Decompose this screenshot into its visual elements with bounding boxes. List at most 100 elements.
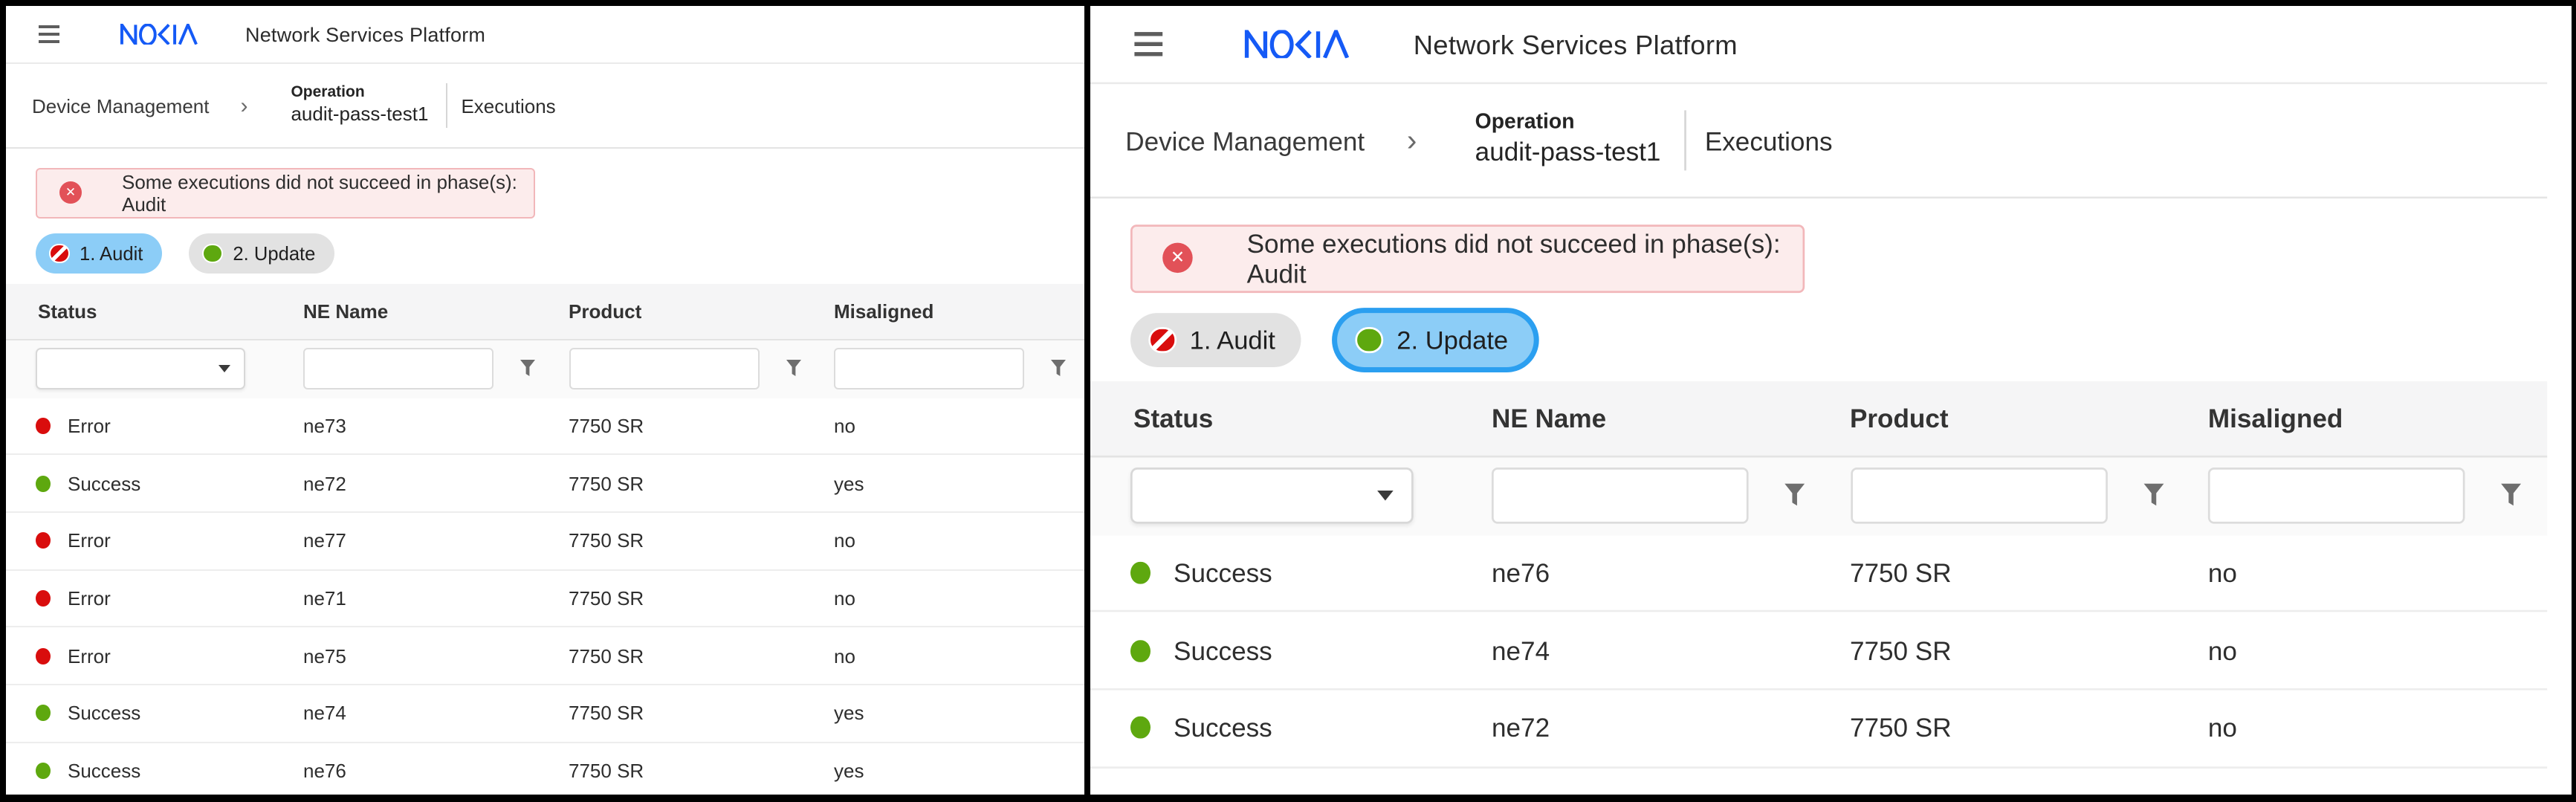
operation-value: audit-pass-test1 — [291, 103, 428, 129]
error-banner-text: Some executions did not succeed in phase… — [122, 171, 534, 216]
table-row[interactable]: Error ne77 7750 SR no — [6, 513, 1084, 570]
product-filter-input[interactable] — [569, 348, 759, 389]
misaligned-cell: no — [834, 644, 1084, 667]
table-filter-row — [6, 338, 1084, 398]
product-cell: 7750 SR — [569, 644, 834, 667]
misaligned-cell: no — [2208, 713, 2547, 743]
update-phase-view: Network Services Platform Device Managem… — [1090, 6, 2572, 795]
status-cell: Success — [1133, 557, 1492, 588]
breadcrumb-divider — [446, 83, 447, 128]
table-row[interactable]: Success ne74 7750 SR yes — [6, 685, 1084, 743]
status-label: Success — [68, 702, 140, 725]
status-dot — [1130, 639, 1150, 662]
status-cell: Error — [38, 644, 303, 667]
phase-chips: 1. Audit 2. Update — [36, 233, 1084, 274]
product-cell: 7750 SR — [1850, 713, 2208, 743]
status-filter-select[interactable] — [1130, 468, 1414, 524]
misaligned-cell: no — [834, 415, 1084, 437]
misaligned-cell: yes — [834, 472, 1084, 494]
status-label: Success — [1174, 557, 1272, 588]
table-row[interactable]: Error ne71 7750 SR no — [6, 570, 1084, 627]
phase-update-result-icon — [1356, 326, 1382, 353]
product-cell: 7750 SR — [569, 415, 834, 437]
column-header-misaligned: Misaligned — [834, 300, 1084, 322]
nokia-logo — [119, 24, 199, 45]
filter-funnel-icon[interactable] — [1051, 360, 1066, 378]
table-row[interactable]: Success ne76 7750 SR yes — [6, 743, 1084, 795]
app-title: Network Services Platform — [1414, 29, 1738, 59]
table-header: Status NE Name Product Misaligned — [1090, 381, 2547, 455]
filter-funnel-icon[interactable] — [786, 360, 800, 378]
column-header-ne-name: NE Name — [1492, 402, 1850, 433]
status-cell: Success — [38, 760, 303, 782]
product-cell: 7750 SR — [1850, 636, 2208, 666]
status-cell: Success — [38, 702, 303, 725]
filter-funnel-icon[interactable] — [2143, 484, 2163, 508]
app-bar: Network Services Platform — [1090, 6, 2547, 84]
status-label: Error — [68, 587, 111, 609]
ne-name-cell: ne75 — [303, 644, 569, 667]
phase-chip-update[interactable]: 2. Update — [189, 233, 334, 274]
error-banner-text: Some executions did not succeed in phase… — [1247, 228, 1803, 288]
status-dot — [36, 532, 50, 549]
filter-funnel-icon[interactable] — [2501, 484, 2521, 508]
status-label: Error — [68, 644, 111, 667]
ne-name-cell: ne72 — [303, 472, 569, 494]
table-row[interactable]: Success ne72 7750 SR no — [1090, 690, 2547, 767]
breadcrumb-divider — [1685, 110, 1687, 170]
breadcrumb-operation[interactable]: Operation audit-pass-test1 — [291, 83, 428, 128]
ne-name-cell: ne76 — [303, 760, 569, 782]
breadcrumb-device-management[interactable]: Device Management — [32, 94, 209, 117]
phase-chip-audit[interactable]: 1. Audit — [36, 233, 162, 274]
breadcrumb: Device Management › Operation audit-pass… — [6, 64, 1084, 149]
table-row[interactable]: Success ne74 7750 SR no — [1090, 612, 2547, 690]
filter-funnel-icon[interactable] — [520, 360, 535, 378]
phase-chip-label: 1. Audit — [1190, 325, 1275, 355]
menu-icon[interactable] — [39, 26, 59, 42]
ne-name-cell: ne77 — [303, 529, 569, 552]
error-circle-icon: ✕ — [59, 182, 82, 204]
misaligned-cell: yes — [834, 702, 1084, 725]
breadcrumb: Device Management › Operation audit-pass… — [1090, 84, 2547, 198]
table-row[interactable]: Success ne76 7750 SR no — [1090, 534, 2547, 612]
product-filter-input[interactable] — [1850, 468, 2107, 524]
phase-chip-update[interactable]: 2. Update — [1338, 312, 1535, 367]
misaligned-cell: no — [834, 529, 1084, 552]
status-label: Success — [68, 472, 140, 494]
table-body: Success ne76 7750 SR no Success ne74 775… — [1090, 534, 2547, 767]
ne-name-cell: ne74 — [303, 702, 569, 725]
misaligned-filter-input[interactable] — [834, 348, 1024, 389]
caret-down-icon — [219, 365, 230, 372]
breadcrumb-operation[interactable]: Operation audit-pass-test1 — [1475, 110, 1661, 171]
column-header-product: Product — [1850, 402, 2208, 433]
phase-chip-label: 2. Update — [233, 242, 315, 265]
chevron-right-icon: › — [240, 94, 247, 117]
menu-icon[interactable] — [1134, 33, 1162, 55]
ne-name-cell: ne76 — [1492, 557, 1850, 588]
status-cell: Success — [1133, 713, 1492, 743]
phase-audit-result-icon — [1148, 326, 1175, 353]
audit-phase-view: Network Services Platform Device Managem… — [6, 6, 1084, 795]
table-row[interactable]: Error ne75 7750 SR no — [6, 628, 1084, 685]
column-header-ne-name: NE Name — [303, 300, 569, 322]
table-row[interactable]: Success ne72 7750 SR yes — [6, 455, 1084, 512]
phase-chip-label: 1. Audit — [80, 242, 143, 265]
ne-name-filter-input[interactable] — [303, 348, 493, 389]
nokia-logo — [1243, 30, 1351, 59]
misaligned-filter-input[interactable] — [2208, 468, 2465, 524]
breadcrumb-executions: Executions — [461, 94, 555, 117]
misaligned-cell: no — [834, 587, 1084, 609]
phase-chip-audit[interactable]: 1. Audit — [1130, 312, 1301, 367]
phase-update-result-icon — [202, 243, 222, 263]
status-cell: Success — [38, 472, 303, 494]
table-row[interactable]: Error ne73 7750 SR no — [6, 398, 1084, 455]
product-cell: 7750 SR — [569, 760, 834, 782]
operation-value: audit-pass-test1 — [1475, 138, 1661, 172]
product-cell: 7750 SR — [569, 529, 834, 552]
filter-funnel-icon[interactable] — [1784, 484, 1805, 508]
status-label: Success — [1174, 636, 1272, 666]
ne-name-filter-input[interactable] — [1492, 468, 1749, 524]
status-filter-select[interactable] — [36, 348, 245, 389]
breadcrumb-device-management[interactable]: Device Management — [1125, 126, 1365, 156]
phase-audit-result-icon — [49, 243, 69, 263]
